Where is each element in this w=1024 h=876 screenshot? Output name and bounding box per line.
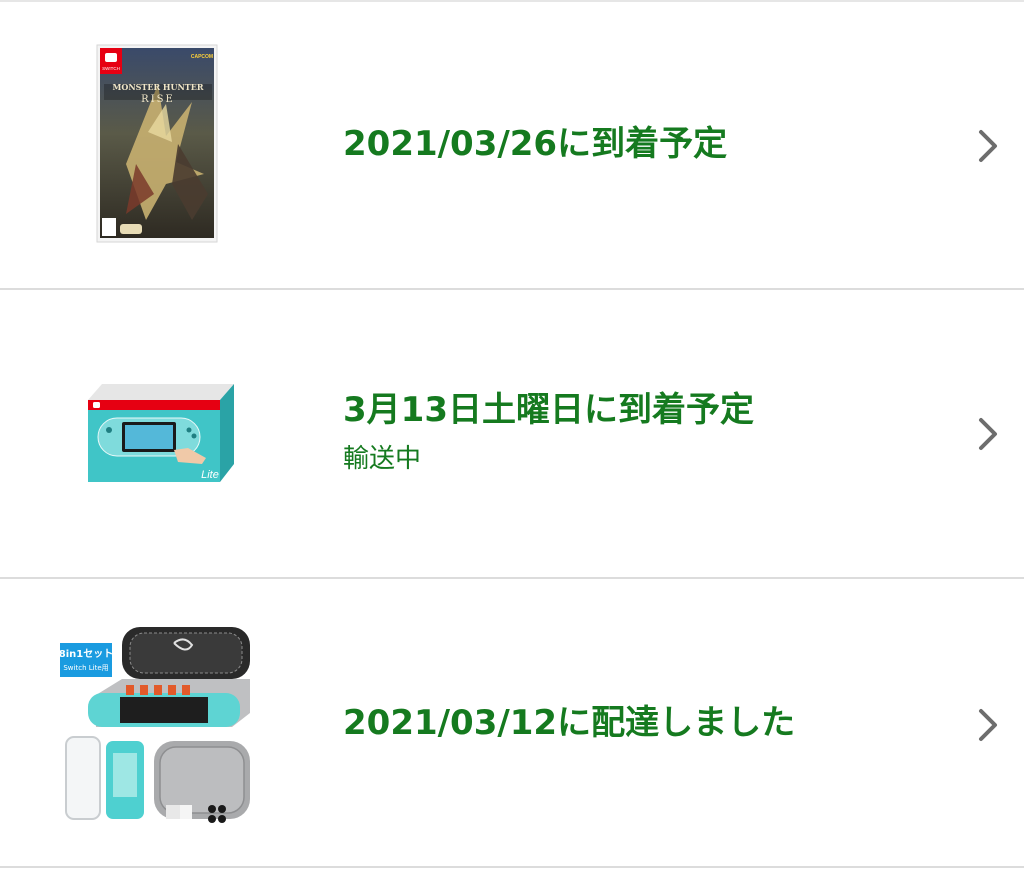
- order-row-1[interactable]: SWITCH CAPCOM MONSTER HUNTER RISE 2021/0…: [0, 2, 1024, 290]
- set-badge-line2: Switch Lite用: [63, 664, 108, 672]
- order-status-block: 2021/03/12に配達しました: [343, 703, 795, 743]
- delivery-status: 2021/03/26に到着予定: [343, 124, 728, 164]
- order-status-block: 3月13日土曜日に到着予定 輸送中: [343, 390, 754, 476]
- platform-badge-text: SWITCH: [102, 66, 120, 71]
- product-image-monster-hunter-rise: SWITCH CAPCOM MONSTER HUNTER RISE: [96, 44, 220, 244]
- chevron-right-icon[interactable]: [972, 705, 1002, 745]
- mh-subtitle-text: RISE: [141, 94, 175, 105]
- product-image-switch-lite-case-set: 8in1セット Switch Lite用: [56, 623, 260, 825]
- order-row-3[interactable]: 8in1セット Switch Lite用 2021/03/12に配達しました: [0, 579, 1024, 868]
- publisher-text: CAPCOM: [191, 54, 213, 60]
- delivery-status: 2021/03/12に配達しました: [343, 703, 796, 743]
- delivery-status: 3月13日土曜日に到着予定: [343, 390, 754, 430]
- set-badge-line1: 8in1セット: [59, 648, 113, 660]
- mh-title-text: MONSTER HUNTER: [113, 82, 204, 92]
- chevron-right-icon[interactable]: [972, 414, 1002, 454]
- order-row-2[interactable]: Lite 3月13日土曜日に到着予定 輸送中: [0, 290, 1024, 579]
- switch-lite-box-text: Lite: [201, 469, 219, 481]
- order-status-block: 2021/03/26に到着予定: [343, 124, 727, 164]
- shipping-substatus: 輸送中: [343, 444, 422, 474]
- chevron-right-icon[interactable]: [972, 126, 1002, 166]
- order-list: SWITCH CAPCOM MONSTER HUNTER RISE 2021/0…: [0, 0, 1024, 876]
- product-image-switch-lite: Lite: [82, 378, 240, 486]
